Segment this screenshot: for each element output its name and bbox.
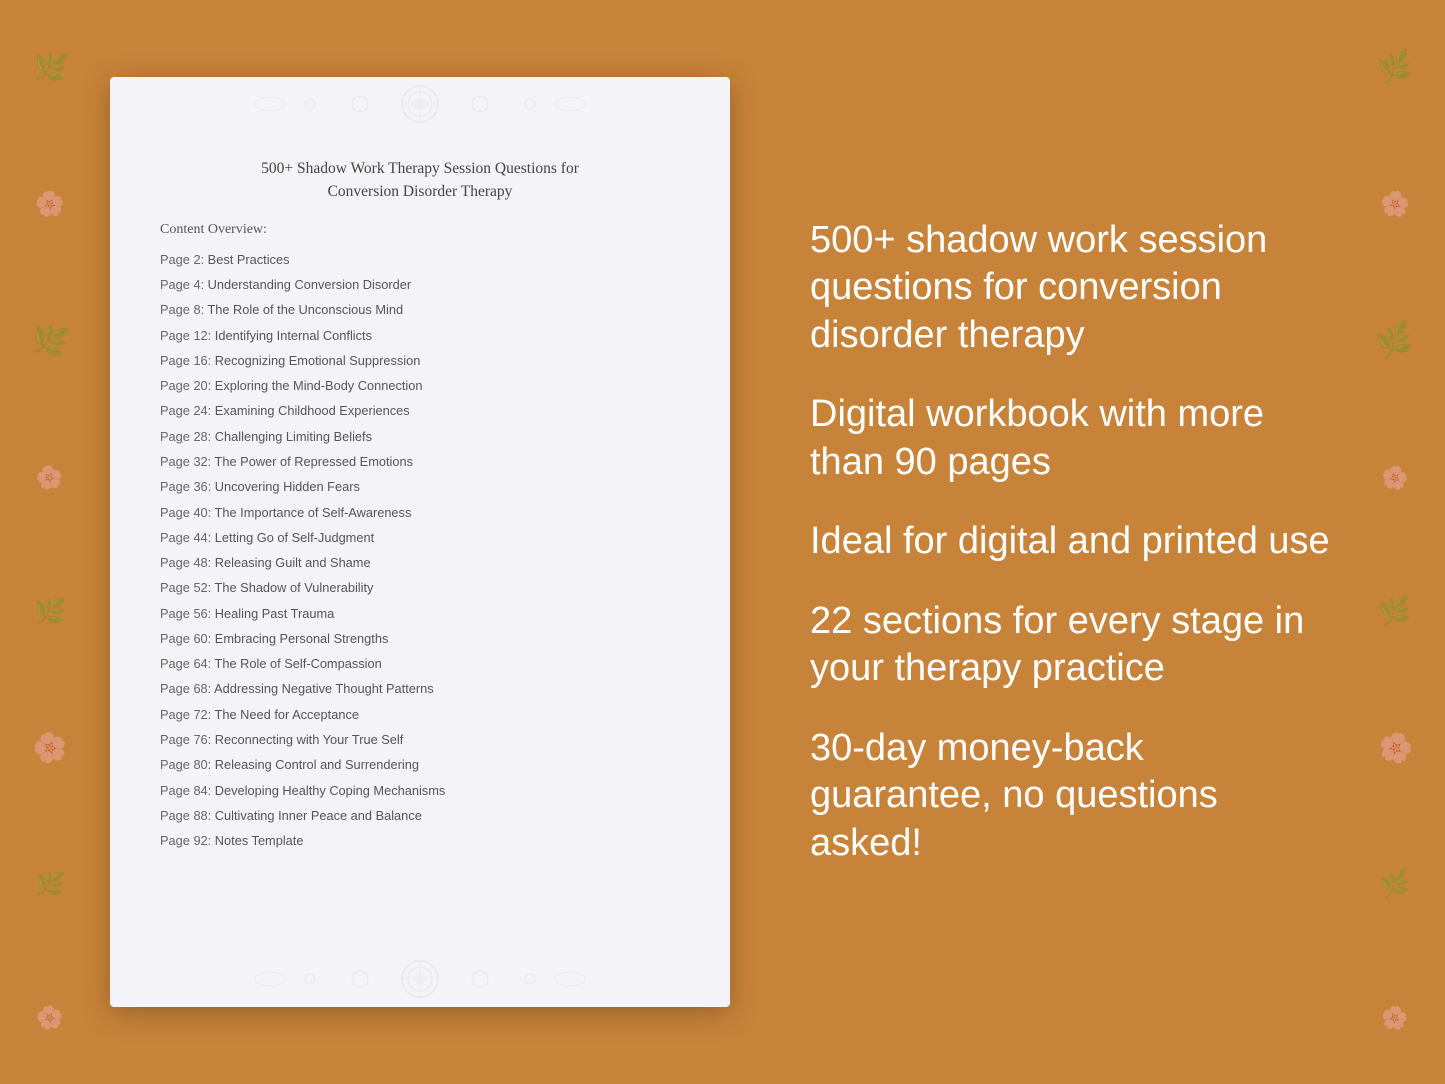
table-of-contents: Page 2: Best PracticesPage 4: Understand…	[160, 248, 680, 854]
doc-bottom-decoration	[110, 952, 730, 1007]
toc-item: Page 48: Releasing Guilt and Shame	[160, 551, 680, 575]
features-panel: 500+ shadow work session questions for c…	[790, 217, 1335, 868]
toc-item: Page 40: The Importance of Self-Awarenes…	[160, 500, 680, 524]
toc-item: Page 12: Identifying Internal Conflicts	[160, 323, 680, 347]
toc-item: Page 16: Recognizing Emotional Suppressi…	[160, 349, 680, 373]
toc-item: Page 2: Best Practices	[160, 248, 680, 272]
toc-item: Page 36: Uncovering Hidden Fears	[160, 475, 680, 499]
feature-text-2: Digital workbook with more than 90 pages	[810, 391, 1335, 486]
toc-item: Page 4: Understanding Conversion Disorde…	[160, 273, 680, 297]
toc-item: Page 84: Developing Healthy Coping Mecha…	[160, 778, 680, 802]
feature-text-1: 500+ shadow work session questions for c…	[810, 217, 1335, 360]
feature-text-3: Ideal for digital and printed use	[810, 518, 1335, 566]
doc-top-decoration	[110, 77, 730, 132]
toc-item: Page 72: The Need for Acceptance	[160, 703, 680, 727]
toc-item: Page 88: Cultivating Inner Peace and Bal…	[160, 804, 680, 828]
toc-item: Page 56: Healing Past Trauma	[160, 601, 680, 625]
toc-item: Page 92: Notes Template	[160, 829, 680, 853]
toc-item: Page 68: Addressing Negative Thought Pat…	[160, 677, 680, 701]
toc-item: Page 52: The Shadow of Vulnerability	[160, 576, 680, 600]
toc-item: Page 24: Examining Childhood Experiences	[160, 399, 680, 423]
toc-item: Page 32: The Power of Repressed Emotions	[160, 450, 680, 474]
document-card: 500+ Shadow Work Therapy Session Questio…	[110, 77, 730, 1007]
toc-item: Page 20: Exploring the Mind-Body Connect…	[160, 374, 680, 398]
toc-item: Page 44: Letting Go of Self-Judgment	[160, 526, 680, 550]
toc-item: Page 8: The Role of the Unconscious Mind	[160, 298, 680, 322]
toc-item: Page 60: Embracing Personal Strengths	[160, 627, 680, 651]
toc-item: Page 64: The Role of Self-Compassion	[160, 652, 680, 676]
toc-item: Page 28: Challenging Limiting Beliefs	[160, 424, 680, 448]
main-content: 500+ Shadow Work Therapy Session Questio…	[0, 0, 1445, 1084]
content-overview-label: Content Overview:	[160, 222, 680, 238]
feature-text-5: 30-day money-back guarantee, no question…	[810, 725, 1335, 868]
doc-title: 500+ Shadow Work Therapy Session Questio…	[160, 157, 680, 204]
toc-item: Page 76: Reconnecting with Your True Sel…	[160, 728, 680, 752]
feature-text-4: 22 sections for every stage in your ther…	[810, 598, 1335, 693]
toc-item: Page 80: Releasing Control and Surrender…	[160, 753, 680, 777]
